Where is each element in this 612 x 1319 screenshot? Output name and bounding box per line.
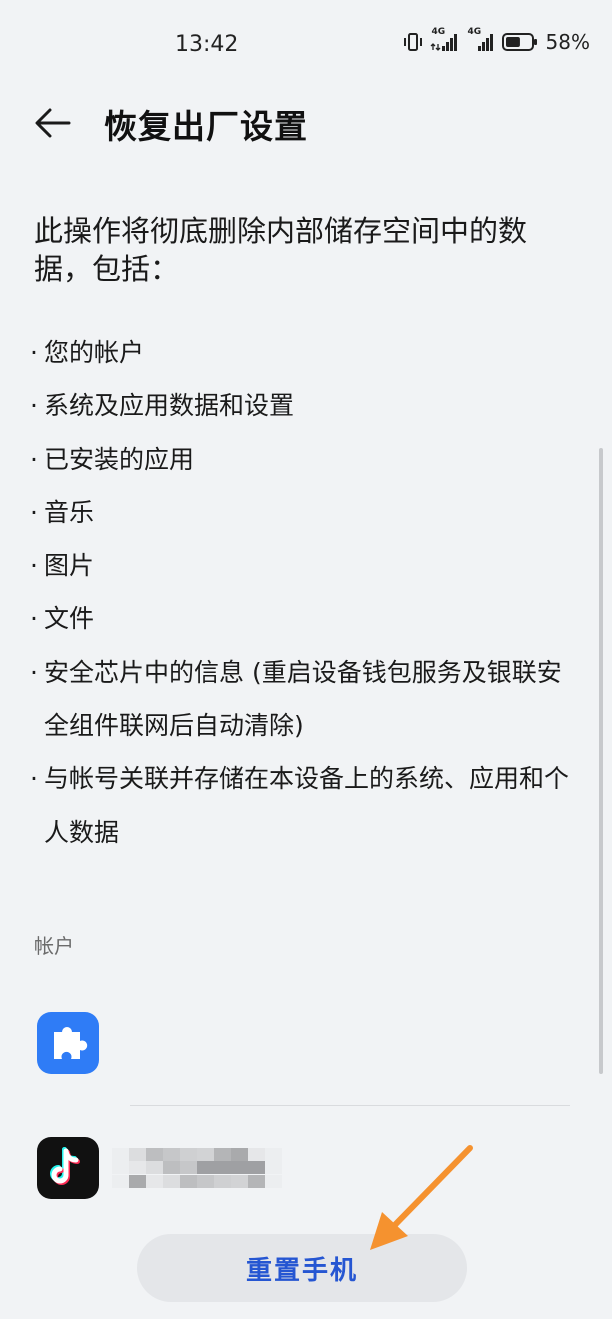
pixelated-account-name bbox=[112, 1148, 282, 1188]
vibrate-icon bbox=[402, 31, 424, 53]
bullet-text: 您的帐户 bbox=[44, 338, 145, 367]
bullet-dot: · bbox=[30, 391, 38, 421]
bullet-text: 已安装的应用 bbox=[44, 444, 195, 474]
reset-phone-button[interactable]: 重置手机 bbox=[137, 1234, 467, 1302]
signal-icon-sim2: 4G bbox=[466, 27, 496, 53]
data-removal-list-item: · 音乐 bbox=[30, 486, 578, 539]
battery-percent: 58% bbox=[545, 30, 590, 54]
bullet-dot: · bbox=[30, 764, 38, 794]
bullet-text: 系统及应用数据和设置 bbox=[44, 391, 295, 421]
app-header: 恢复出厂设置 bbox=[0, 98, 612, 150]
back-arrow-icon[interactable] bbox=[34, 106, 72, 140]
bullet-dot: · bbox=[30, 657, 38, 687]
bullet-dot: · bbox=[30, 551, 38, 581]
page-title: 恢复出厂设置 bbox=[104, 107, 308, 146]
data-removal-list-item: · 系统及应用数据和设置 bbox=[30, 379, 578, 432]
account-item[interactable] bbox=[0, 1010, 612, 1080]
tiktok-icon bbox=[37, 1137, 99, 1199]
account-divider bbox=[130, 1105, 570, 1106]
data-removal-list-item: · 已安装的应用 bbox=[30, 433, 578, 486]
status-bar: 13:42 4G 4G 58% bbox=[0, 0, 612, 90]
battery-icon bbox=[501, 32, 538, 52]
data-removal-list: · 您的帐户 · 系统及应用数据和设置 · 已安装的应用 · 音乐 · 图片 · 文件 · 安全芯片中的信… bbox=[30, 326, 578, 859]
bullet-dot: · bbox=[30, 497, 38, 527]
signal-icon-sim1: 4G bbox=[430, 27, 460, 53]
accounts-section-label: 帐户 bbox=[34, 934, 74, 958]
status-time: 13:42 bbox=[175, 32, 239, 57]
data-removal-list-item: · 与帐号关联并存储在本设备上的系统、应用和个人数据 bbox=[30, 752, 578, 859]
data-removal-list-item: · 文件 bbox=[30, 592, 578, 645]
data-removal-list-item: · 您的帐户 bbox=[30, 326, 578, 379]
data-removal-list-item: · 安全芯片中的信息 (重启设备钱包服务及银联安全组件联网后自动清除) bbox=[30, 646, 578, 753]
warning-intro-text: 此操作将彻底删除内部储存空间中的数据，包括： bbox=[34, 214, 528, 286]
bullet-text: 音乐 bbox=[44, 497, 95, 527]
bullet-dot: · bbox=[30, 444, 38, 474]
account-item[interactable] bbox=[0, 1135, 612, 1205]
status-icons: 4G 4G 58% bbox=[402, 27, 590, 54]
signal-label-sim2: 4G bbox=[467, 27, 482, 37]
bullet-text: 图片 bbox=[44, 551, 95, 581]
signal-label-sim1: 4G bbox=[431, 27, 446, 37]
scrollbar[interactable] bbox=[599, 448, 603, 1074]
bullet-text: 文件 bbox=[44, 604, 95, 634]
bullet-text: 安全芯片中的信息 (重启设备钱包服务及银联安全组件联网后自动清除) bbox=[44, 657, 562, 741]
bullet-dot: · bbox=[30, 604, 38, 634]
data-removal-list-item: · 图片 bbox=[30, 539, 578, 592]
bullet-dot: · bbox=[30, 338, 38, 367]
bullet-text: 与帐号关联并存储在本设备上的系统、应用和个人数据 bbox=[44, 764, 570, 847]
puzzle-piece-icon bbox=[37, 1012, 99, 1074]
